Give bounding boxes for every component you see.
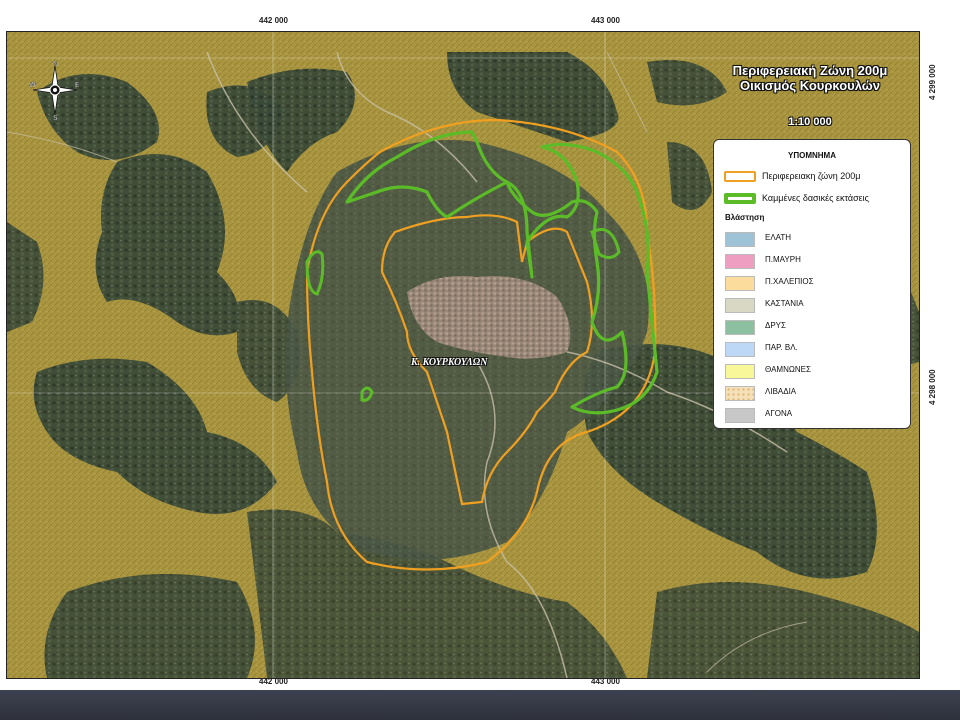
- slide: 442 000 443 000 442 000 443 000 4 299 00…: [0, 0, 960, 720]
- legend-label: ΠΑΡ. ΒΛ.: [765, 343, 798, 352]
- compass-rose-icon: N S W E: [29, 61, 80, 120]
- map-title-line1: Περιφερειακή Ζώνη 200μ: [732, 63, 888, 78]
- legend-swatch-par-vl: [725, 342, 755, 357]
- legend-swatch-agona: [725, 408, 755, 423]
- map-sheet: 442 000 443 000 442 000 443 000 4 299 00…: [0, 12, 941, 688]
- legend-swatch-livadia: [725, 386, 755, 401]
- forest-patch: [44, 574, 255, 678]
- legend-buffer-swatch: [724, 171, 756, 182]
- legend-label: Π.ΧΑΛΕΠΙΟΣ: [765, 277, 814, 286]
- compass-s-label: S: [53, 115, 58, 120]
- legend-title: ΥΠΟΜΝΗΜΑ: [788, 151, 836, 160]
- legend-vegetation-title: Βλάστηση: [725, 213, 765, 222]
- map-scale: 1:10 000: [788, 116, 832, 128]
- legend-label: ΕΛΑΤΗ: [765, 233, 792, 242]
- legend-swatch-thamnones: [725, 364, 755, 379]
- legend-swatch-kastania: [725, 298, 755, 313]
- legend-label: ΑΓΟΝΑ: [765, 409, 793, 418]
- legend-label: Π.ΜΑΥΡΗ: [765, 255, 801, 264]
- legend-label: ΔΡΥΣ: [765, 321, 786, 330]
- compass-n-label: N: [53, 61, 58, 68]
- legend-label: ΚΑΣΤΑΝΙΑ: [765, 299, 804, 308]
- legend-swatch-p-mavri: [725, 254, 755, 269]
- grid-label-y-4299000: 4 299 000: [928, 64, 937, 100]
- grid-label-x-442000-top: 442 000: [259, 16, 288, 25]
- legend-buffer-label: Περιφερειακη ζώνη 200μ: [762, 171, 861, 181]
- map-legend: ΥΠΟΜΝΗΜΑ Περιφερειακη ζώνη 200μ Καμμένες…: [713, 139, 911, 429]
- legend-swatch-elati: [725, 232, 755, 247]
- place-label-village: Κ. ΚΟΥΡΚΟΥΛΩΝ: [411, 357, 488, 368]
- legend-burned-swatch: [724, 193, 756, 204]
- legend-label: ΛΙΒΑΔΙΑ: [765, 387, 797, 396]
- compass-w-label: W: [29, 82, 36, 89]
- legend-swatch-drys: [725, 320, 755, 335]
- grid-label-x-443000-top: 443 000: [591, 16, 620, 25]
- legend-burned-label: Καμμένες δασικές εκτάσεις: [762, 193, 869, 203]
- map-title: Περιφερειακή Ζώνη 200μ Οικισμός Κουρκουλ…: [705, 63, 915, 93]
- legend-label: ΘΑΜΝΩΝΕΣ: [765, 365, 811, 374]
- compass-e-label: E: [75, 82, 80, 89]
- grid-label-y-4298000: 4 298 000: [928, 369, 937, 405]
- map-title-line2: Οικισμός Κουρκουλών: [740, 78, 880, 93]
- legend-swatch-p-chalepios: [725, 276, 755, 291]
